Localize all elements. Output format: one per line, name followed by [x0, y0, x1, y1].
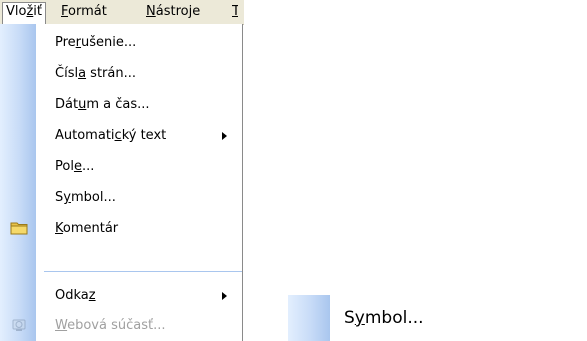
menu-format[interactable]: Formát: [58, 3, 110, 21]
web-component-icon: [12, 319, 26, 331]
menu-separator: [44, 271, 242, 272]
symbol-zoom-detail: Symbol...: [288, 295, 587, 341]
zoom-symbol-label: Symbol...: [344, 308, 424, 328]
menu-vlozit[interactable]: Vložiť: [2, 2, 47, 25]
menu-truncated[interactable]: T: [232, 3, 238, 21]
menu-item-label: Čísla strán...: [55, 66, 136, 81]
zoom-icon-strip: [288, 295, 330, 341]
menu-truncated-mnemonic: T: [232, 4, 238, 19]
menu-item-label: Webová súčasť...: [55, 318, 166, 333]
menu-item-label: Pole...: [55, 159, 95, 174]
menu-item-label: Dátum a čas...: [55, 97, 150, 112]
menu-bar: Vložiť Formát Nástroje T: [0, 0, 244, 25]
menu-format-mnemonic: F: [61, 4, 69, 19]
insert-dropdown-menu: Prerušenie... Čísla strán... Dátum a čas…: [0, 24, 243, 341]
menu-item-symbol[interactable]: Symbol...: [0, 183, 242, 213]
menu-item-pole[interactable]: Pole...: [0, 152, 242, 182]
menu-item-prerusenie[interactable]: Prerušenie...: [0, 28, 242, 58]
menu-item-label: Prerušenie...: [55, 35, 137, 50]
menu-item-odkaz[interactable]: Odkaz: [0, 281, 242, 311]
menu-vlozit-text-rest: iť: [33, 4, 43, 19]
submenu-arrow-icon: [222, 292, 227, 300]
menu-item-label: Odkaz: [55, 288, 96, 303]
menu-vlozit-text: Vlo: [6, 4, 27, 19]
menu-nastroje-text-rest: ástroje: [155, 4, 201, 19]
menu-nastroje[interactable]: Nástroje: [143, 3, 203, 21]
menu-item-label: Komentár: [55, 221, 119, 236]
menu-nastroje-mnemonic: N: [146, 4, 156, 19]
menu-item-datum-a-cas[interactable]: Dátum a čas...: [0, 90, 242, 120]
menu-item-webova-sucast[interactable]: Webová súčasť...: [0, 311, 242, 341]
submenu-arrow-icon: [222, 132, 227, 140]
menu-item-komentar[interactable]: Komentár: [0, 214, 242, 244]
menu-format-text-rest: ormát: [68, 4, 107, 19]
menu-item-automaticky-text[interactable]: Automatický text: [0, 121, 242, 151]
menu-item-cisla-stran[interactable]: Čísla strán...: [0, 59, 242, 89]
menu-item-label: Automatický text: [55, 128, 167, 143]
comment-folder-icon: [10, 222, 28, 235]
menu-item-label: Symbol...: [55, 190, 116, 205]
